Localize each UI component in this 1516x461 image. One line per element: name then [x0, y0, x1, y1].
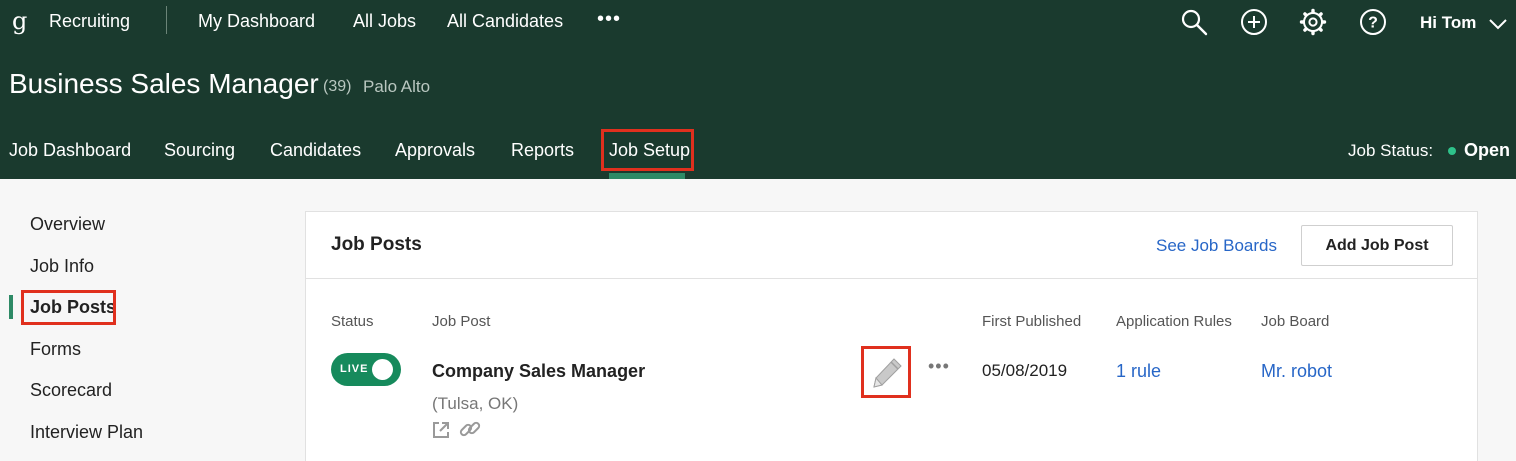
- tab-candidates[interactable]: Candidates: [270, 139, 361, 161]
- job-status-value[interactable]: Open: [1464, 139, 1510, 161]
- sidebar-active-indicator: [9, 295, 13, 319]
- column-header-application-rules: Application Rules: [1116, 313, 1232, 330]
- job-board-link[interactable]: Mr. robot: [1261, 360, 1332, 382]
- sidebar-item-job-info[interactable]: Job Info: [30, 255, 94, 277]
- add-job-post-button[interactable]: Add Job Post: [1301, 225, 1453, 266]
- pencil-icon: [873, 358, 902, 388]
- tab-reports[interactable]: Reports: [511, 139, 574, 161]
- search-icon[interactable]: [1180, 8, 1208, 36]
- job-post-location: (Tulsa, OK): [432, 394, 519, 413]
- edit-button[interactable]: [861, 346, 911, 398]
- link-icon[interactable]: [459, 418, 481, 440]
- candidate-count: (39): [323, 78, 352, 95]
- sidebar-item-overview[interactable]: Overview: [30, 213, 105, 235]
- nav-divider: [166, 6, 167, 34]
- svg-text:?: ?: [1368, 15, 1378, 32]
- user-greeting[interactable]: Hi Tom: [1420, 12, 1476, 34]
- panel-header: Job Posts See Job Boards Add Job Post: [306, 212, 1477, 279]
- tab-job-setup-highlight: [601, 129, 694, 171]
- help-icon[interactable]: ?: [1359, 8, 1387, 36]
- column-header-first-published: First Published: [982, 313, 1082, 330]
- greenhouse-logo-icon[interactable]: g: [12, 6, 27, 36]
- see-job-boards-link[interactable]: See Job Boards: [1156, 235, 1277, 257]
- sidebar-item-scorecard[interactable]: Scorecard: [30, 379, 112, 401]
- column-header-job-post: Job Post: [432, 313, 491, 330]
- application-rules-link[interactable]: 1 rule: [1116, 360, 1161, 382]
- tab-approvals[interactable]: Approvals: [395, 139, 475, 161]
- status-dot-icon: [1448, 147, 1456, 155]
- nav-my-dashboard[interactable]: My Dashboard: [198, 10, 315, 32]
- add-icon[interactable]: [1240, 8, 1268, 36]
- row-more-options-icon[interactable]: •••: [928, 355, 950, 377]
- active-tab-indicator: [609, 173, 685, 179]
- job-status-label: Job Status:: [1348, 141, 1434, 160]
- job-post-name[interactable]: Company Sales Manager: [432, 360, 645, 382]
- toggle-knob: [372, 359, 393, 380]
- nav-more-icon[interactable]: •••: [597, 6, 621, 32]
- tab-job-dashboard[interactable]: Job Dashboard: [9, 139, 131, 161]
- column-header-status: Status: [331, 313, 374, 330]
- column-header-job-board: Job Board: [1261, 313, 1330, 330]
- job-location: Palo Alto: [363, 77, 431, 96]
- app-name[interactable]: Recruiting: [49, 10, 130, 32]
- job-posts-panel: Job Posts See Job Boards Add Job Post St…: [305, 211, 1478, 461]
- external-link-icon[interactable]: [431, 420, 451, 440]
- first-published-date: 05/08/2019: [982, 361, 1068, 380]
- nav-all-candidates[interactable]: All Candidates: [447, 10, 563, 32]
- sidebar-item-job-posts-highlight: [21, 290, 116, 325]
- nav-all-jobs[interactable]: All Jobs: [353, 10, 416, 32]
- toggle-label: LIVE: [340, 363, 369, 375]
- gear-icon[interactable]: [1299, 8, 1327, 36]
- chevron-down-icon[interactable]: [1488, 14, 1508, 34]
- panel-title: Job Posts: [331, 234, 422, 255]
- page-title: Business Sales Manager: [9, 68, 319, 99]
- top-header: g Recruiting My Dashboard All Jobs All C…: [0, 0, 1516, 179]
- sidebar-item-forms[interactable]: Forms: [30, 338, 81, 360]
- sidebar-item-interview-plan[interactable]: Interview Plan: [30, 421, 143, 443]
- tab-sourcing[interactable]: Sourcing: [164, 139, 235, 161]
- live-toggle[interactable]: LIVE: [331, 353, 401, 386]
